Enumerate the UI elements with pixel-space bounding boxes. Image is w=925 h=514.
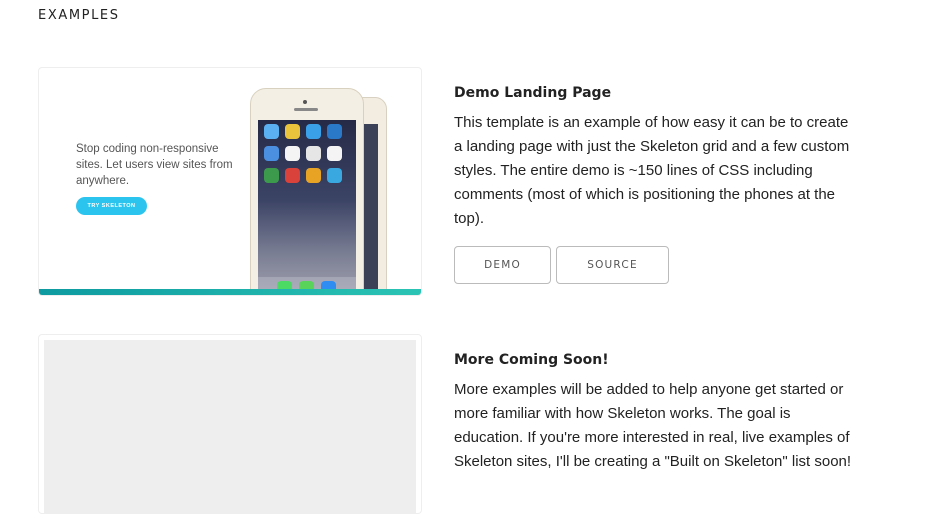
demo-button[interactable]: DEMO [454,246,551,284]
thumbnail-footer-bar [39,289,421,295]
coming-soon-thumbnail [38,334,422,514]
demo-landing-thumbnail: Stop coding non-responsive sites. Let us… [38,67,422,296]
phone-image [250,88,364,295]
source-button[interactable]: SOURCE [556,246,669,284]
example-title-coming-soon: More Coming Soon! [454,352,609,368]
example-title-demo: Demo Landing Page [454,85,612,101]
example-description-coming-soon: More examples will be added to help anyo… [454,381,852,470]
placeholder-image [44,340,416,513]
section-title: EXAMPLES [38,8,120,23]
thumbnail-headline: Stop coding non-responsive sites. Let us… [76,143,233,187]
example-description-demo: This template is an example of how easy … [454,114,850,227]
try-skeleton-button: TRY SKELETON [76,197,147,215]
